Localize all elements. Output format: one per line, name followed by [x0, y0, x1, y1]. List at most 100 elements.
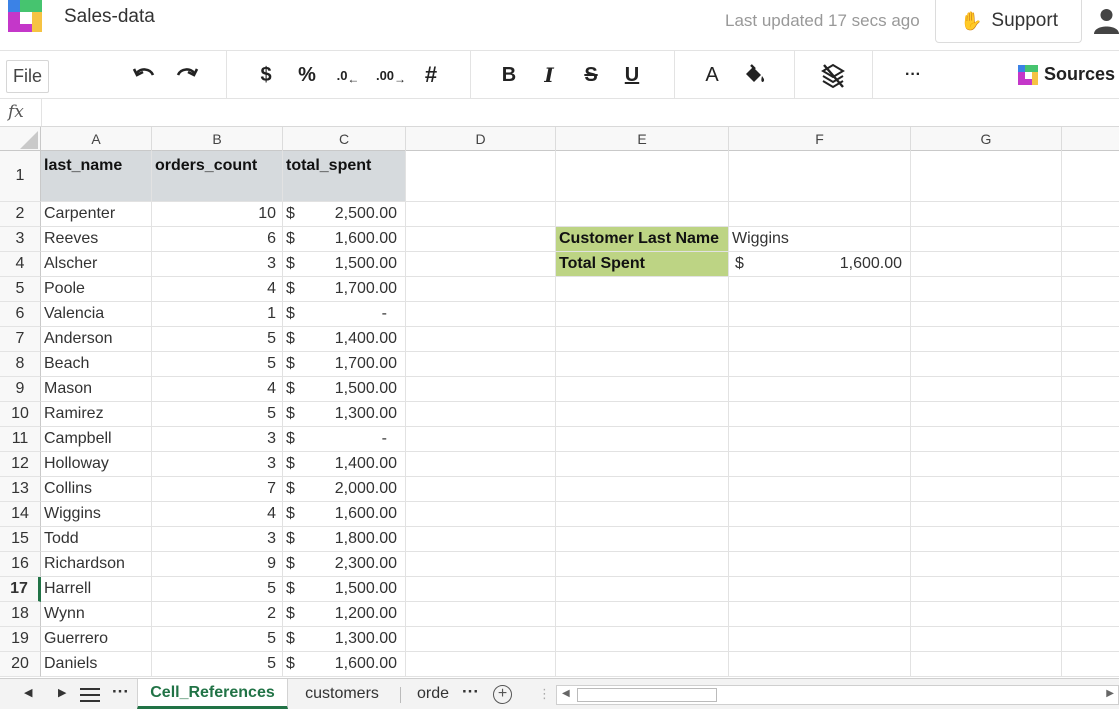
- row-header[interactable]: 1: [0, 151, 41, 202]
- grid-cell[interactable]: [911, 652, 1062, 677]
- cell-last-name[interactable]: Wiggins: [41, 502, 152, 527]
- grid-cell[interactable]: [911, 427, 1062, 452]
- scroll-left-icon[interactable]: ◀: [562, 688, 570, 699]
- lookup-total-value[interactable]: $1,600.00: [729, 252, 911, 277]
- grid-cell[interactable]: [729, 627, 911, 652]
- cell-orders-count[interactable]: 10: [152, 202, 283, 227]
- cell-total-spent[interactable]: $1,500.00: [283, 377, 406, 402]
- cell-orders-count[interactable]: 5: [152, 652, 283, 677]
- percent-format-button[interactable]: %: [294, 59, 320, 91]
- cell-last-name[interactable]: Reeves: [41, 227, 152, 252]
- grid-cell[interactable]: [406, 652, 556, 677]
- cell-total-spent[interactable]: $1,400.00: [283, 452, 406, 477]
- cell-orders-count[interactable]: 4: [152, 377, 283, 402]
- cell-orders-count[interactable]: 4: [152, 277, 283, 302]
- column-header-g[interactable]: G: [911, 127, 1062, 151]
- grid-cell[interactable]: [406, 477, 556, 502]
- grid-cell[interactable]: [1062, 327, 1119, 352]
- cell-total-spent[interactable]: $1,200.00: [283, 602, 406, 627]
- grid-cell[interactable]: [729, 327, 911, 352]
- sheet-more-button[interactable]: ···: [112, 682, 129, 702]
- font-color-button[interactable]: A: [700, 59, 724, 91]
- cell-last-name[interactable]: Valencia: [41, 302, 152, 327]
- redo-icon[interactable]: [172, 59, 200, 91]
- cell-last-name[interactable]: Harrell: [41, 577, 152, 602]
- row-header[interactable]: 10: [0, 402, 41, 427]
- grid-cell[interactable]: [911, 402, 1062, 427]
- cell-total-spent[interactable]: $1,600.00: [283, 502, 406, 527]
- grid-cell[interactable]: [1062, 652, 1119, 677]
- grid-cell[interactable]: [556, 527, 729, 552]
- grid-cell[interactable]: [556, 327, 729, 352]
- row-header[interactable]: 11: [0, 427, 41, 452]
- cell-last-name[interactable]: Holloway: [41, 452, 152, 477]
- cell-total-spent[interactable]: $1,400.00: [283, 327, 406, 352]
- cell-last-name[interactable]: Mason: [41, 377, 152, 402]
- user-account-icon[interactable]: [1094, 8, 1119, 34]
- grid-cell[interactable]: [1062, 577, 1119, 602]
- grid-cell[interactable]: [556, 352, 729, 377]
- grid-cell[interactable]: [729, 352, 911, 377]
- orders-count-header[interactable]: orders_count: [152, 151, 283, 202]
- cell-total-spent[interactable]: $1,500.00: [283, 252, 406, 277]
- grid-cell[interactable]: [556, 402, 729, 427]
- grid-cell[interactable]: [406, 427, 556, 452]
- cell-total-spent[interactable]: $1,300.00: [283, 402, 406, 427]
- grid-cell[interactable]: [406, 402, 556, 427]
- grid-cell[interactable]: [1062, 302, 1119, 327]
- last-name-header[interactable]: last_name: [41, 151, 152, 202]
- grid-cell[interactable]: [406, 302, 556, 327]
- cell-total-spent[interactable]: $1,700.00: [283, 277, 406, 302]
- grid-cell[interactable]: [911, 602, 1062, 627]
- row-header[interactable]: 12: [0, 452, 41, 477]
- grid-cell[interactable]: [556, 552, 729, 577]
- underline-button[interactable]: U: [620, 59, 644, 91]
- cell-total-spent[interactable]: $1,600.00: [283, 227, 406, 252]
- cell-orders-count[interactable]: 1: [152, 302, 283, 327]
- grid-cell[interactable]: [1062, 527, 1119, 552]
- grid-cell[interactable]: [1062, 252, 1119, 277]
- tab-cell-references[interactable]: Cell_References: [137, 679, 288, 709]
- add-sheet-icon[interactable]: +: [493, 685, 512, 704]
- grid-cell[interactable]: [406, 227, 556, 252]
- file-menu-button[interactable]: File: [6, 60, 49, 93]
- grid-cell[interactable]: [1062, 602, 1119, 627]
- grid-cell[interactable]: [729, 427, 911, 452]
- increase-decimal-button[interactable]: .00 →: [376, 59, 406, 91]
- support-button[interactable]: ✋ Support: [935, 0, 1082, 43]
- tab-customers[interactable]: customers: [292, 679, 392, 709]
- grid-cell[interactable]: [911, 277, 1062, 302]
- grid-cell[interactable]: [729, 552, 911, 577]
- grid-cell[interactable]: [1062, 627, 1119, 652]
- cell-orders-count[interactable]: 5: [152, 627, 283, 652]
- grid-cell[interactable]: [729, 302, 911, 327]
- sheet-list-icon[interactable]: [80, 688, 100, 702]
- lookup-name-value[interactable]: Wiggins: [729, 227, 911, 252]
- select-all-corner[interactable]: [0, 127, 41, 151]
- cell-last-name[interactable]: Richardson: [41, 552, 152, 577]
- total-spent-header[interactable]: total_spent: [283, 151, 406, 202]
- grid-cell[interactable]: [406, 602, 556, 627]
- scrollbar-thumb[interactable]: [577, 688, 717, 702]
- grid-cell[interactable]: [556, 277, 729, 302]
- lookup-name-label[interactable]: Customer Last Name: [556, 227, 729, 252]
- grid-cell[interactable]: [556, 427, 729, 452]
- row-header[interactable]: 13: [0, 477, 41, 502]
- grid-cell[interactable]: [729, 151, 911, 202]
- grid-cell[interactable]: [406, 502, 556, 527]
- cell-orders-count[interactable]: 5: [152, 577, 283, 602]
- horizontal-scrollbar[interactable]: ◀ ▶: [556, 685, 1119, 705]
- grid-cell[interactable]: [406, 377, 556, 402]
- grid-cell[interactable]: [729, 202, 911, 227]
- grid-cell[interactable]: [1062, 227, 1119, 252]
- decrease-decimal-button[interactable]: .0 ←: [334, 59, 362, 91]
- grid-cell[interactable]: [911, 252, 1062, 277]
- undo-icon[interactable]: [131, 59, 159, 91]
- cell-last-name[interactable]: Poole: [41, 277, 152, 302]
- grid-cell[interactable]: [406, 277, 556, 302]
- drag-handle-icon[interactable]: ⋮: [538, 686, 551, 702]
- grid-cell[interactable]: [406, 627, 556, 652]
- app-logo-icon[interactable]: [8, 0, 44, 32]
- grid-cell[interactable]: [556, 302, 729, 327]
- row-header[interactable]: 3: [0, 227, 41, 252]
